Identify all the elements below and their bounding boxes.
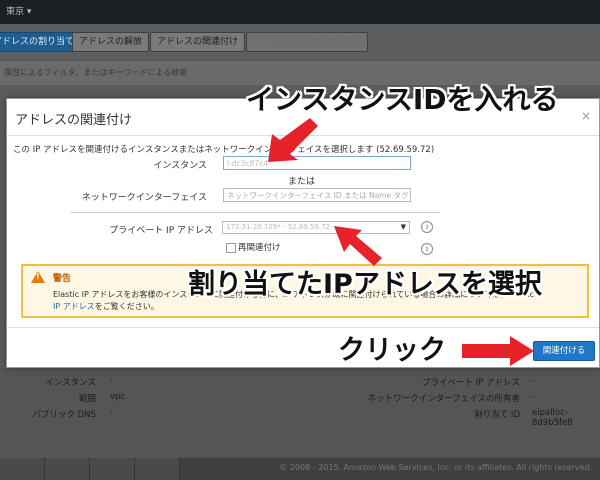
annotation-select-ip: 割り当てたIPアドレスを選択 <box>188 269 542 300</box>
footer-segment <box>45 458 90 480</box>
info-icon[interactable]: i <box>421 243 433 255</box>
detail-allocation-id-label: 割り当て ID <box>474 410 520 420</box>
warning-line-rest: をご覧ください。 <box>94 302 159 311</box>
private-ip-selected: 172.31.20.109* - 52.69.59.72 <box>226 223 330 231</box>
action-toolbar: アドレスの割り当て アドレスの解放 アドレスの関連付け アドレスの関連付けの解除 <box>0 24 600 58</box>
annotation-click: クリック <box>338 335 446 366</box>
region-selector[interactable]: 東京 ▾ <box>6 4 31 17</box>
reassociate-checkbox[interactable] <box>226 243 236 253</box>
or-text: または <box>288 177 316 187</box>
footer-segment <box>135 458 180 480</box>
associate-address-button[interactable]: アドレスの関連付け <box>150 32 246 52</box>
private-ip-label: プライベート IP アドレス <box>109 226 213 236</box>
annotation-instance-id: インスタンスIDを入れる <box>246 83 559 116</box>
close-icon[interactable]: × <box>581 109 593 123</box>
detail-scope-label: 範囲 <box>78 394 96 404</box>
warning-icon: ! <box>31 271 45 283</box>
disassociate-address-button[interactable]: アドレスの関連付けの解除 <box>246 32 369 52</box>
detail-allocation-id-value: eipalloc-8d9b5fe8 <box>532 408 573 428</box>
detail-private-ip-value: - <box>532 376 536 386</box>
address-details-panel: インスタンス - 範囲 vpc パブリック DNS - プライベート IP アド… <box>0 368 600 458</box>
network-interface-label: ネットワークインターフェイス <box>81 193 207 203</box>
associate-button[interactable]: 関連付ける <box>533 341 595 361</box>
reassociate-label: 再関連付け <box>238 243 281 253</box>
filter-search-input[interactable]: 属性によるフィルタ、またはキーワードによる検索 <box>4 67 187 78</box>
detail-public-dns-label: パブリック DNS <box>32 410 96 420</box>
info-icon[interactable]: i <box>421 221 433 233</box>
dialog-footer-divider <box>7 327 599 328</box>
warning-link[interactable]: IP アドレス <box>53 302 95 311</box>
detail-instance-label: インスタンス <box>45 378 96 388</box>
allocate-address-button[interactable]: アドレスの割り当て <box>0 32 82 52</box>
detail-private-ip-label: プライベート IP アドレス <box>421 378 520 388</box>
copyright-text: © 2008 - 2015, Amazon Web Services, Inc.… <box>279 463 592 472</box>
instance-label: インスタンス <box>153 161 207 171</box>
private-ip-select[interactable]: 172.31.20.109* - 52.69.59.72 ▼ <box>222 221 410 234</box>
footer: © 2008 - 2015, Amazon Web Services, Inc.… <box>0 458 600 480</box>
release-address-button[interactable]: アドレスの解放 <box>72 32 150 52</box>
dialog-description: この IP アドレスを関連付けるインスタンスまたはネットワークインターフェイスを… <box>13 145 435 155</box>
footer-segment <box>0 458 45 480</box>
instance-input[interactable]: i-dc3c87c4 <box>223 156 411 170</box>
form-divider <box>70 212 440 213</box>
top-nav-bar: 東京 ▾ <box>0 0 600 24</box>
dialog-title: アドレスの関連付け <box>15 113 133 128</box>
detail-eni-owner-label: ネットワークインターフェイスの所有者 <box>367 394 520 404</box>
detail-scope-value: vpc <box>110 392 126 402</box>
warning-line: IP アドレスをご覧ください。 <box>53 301 534 313</box>
network-interface-input[interactable]: ネットワークインターフェイス ID または Name タグで <box>223 188 411 202</box>
detail-eni-owner-value: - <box>532 392 536 402</box>
chevron-down-icon: ▼ <box>400 223 406 231</box>
warning-title: 警告 <box>53 274 72 284</box>
footer-segment <box>90 458 135 480</box>
detail-public-dns-value: - <box>110 408 114 418</box>
detail-instance-value: - <box>110 376 114 386</box>
